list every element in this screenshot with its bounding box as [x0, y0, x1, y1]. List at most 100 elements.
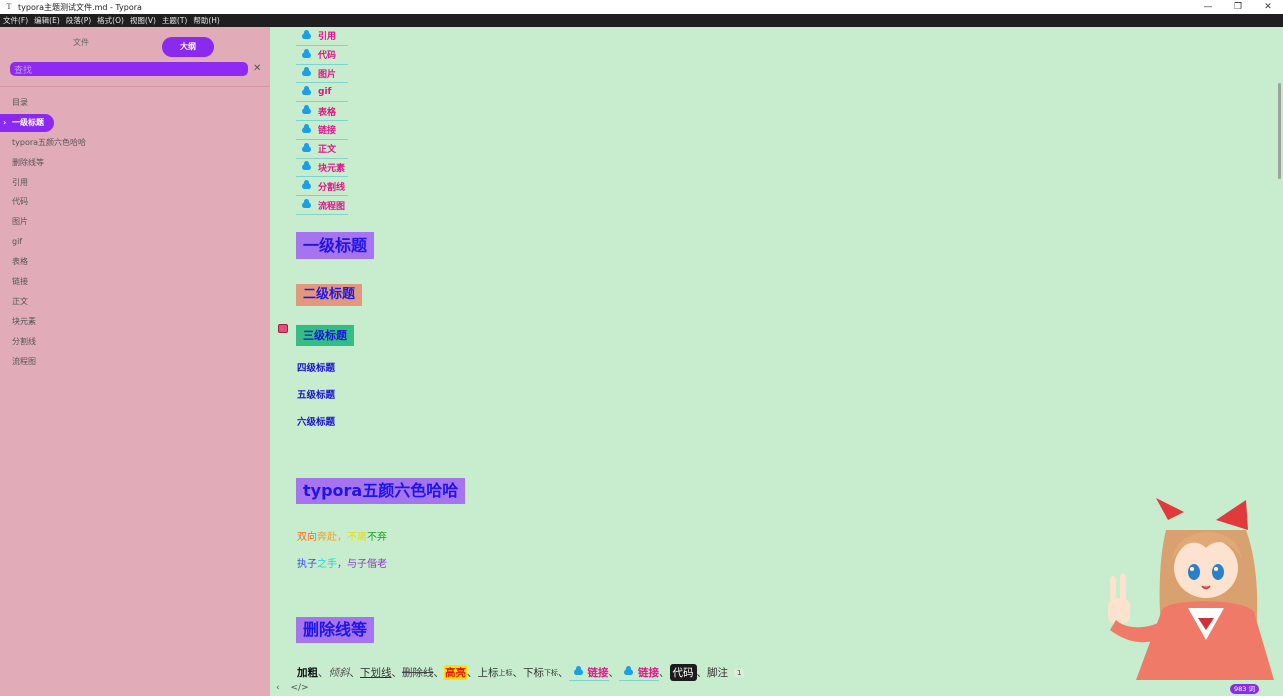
outline-item-link[interactable]: 链接	[0, 272, 270, 292]
cloud-icon	[302, 180, 311, 190]
menu-view[interactable]: 视图(V)	[130, 15, 156, 26]
separator: 、	[608, 667, 620, 679]
poem-text: 双向	[297, 532, 317, 543]
outline-item-strike[interactable]: 删除线等	[0, 153, 270, 173]
bottom-controls: ‹ </>	[276, 683, 317, 693]
sidebar: 文件 大纲 ✕ 目录 › 一级标题 typora五颜六色哈哈 删除线等 引用 代码…	[0, 27, 270, 696]
cloud-icon	[573, 666, 583, 675]
outline-item-flowchart[interactable]: 流程图	[0, 352, 270, 372]
toc-item[interactable]: 代码	[296, 46, 348, 65]
search-close-icon[interactable]: ✕	[253, 62, 261, 76]
outline-item-code[interactable]: 代码	[0, 192, 270, 212]
poem-line-2[interactable]: 执子之手，与子偕老	[297, 555, 387, 570]
italic-text: 倾斜	[328, 667, 350, 679]
toc-item[interactable]: 图片	[296, 65, 348, 84]
heading-4[interactable]: 四级标题	[297, 360, 335, 374]
toc-link[interactable]: 流程图	[318, 199, 345, 212]
tab-files[interactable]: 文件	[62, 37, 100, 48]
outline-item-image[interactable]: 图片	[0, 212, 270, 232]
word-count-badge[interactable]: 983 词	[1230, 684, 1259, 694]
menu-file[interactable]: 文件(F)	[3, 15, 28, 26]
title-bar: T typora主题测试文件.md - Typora — ❐ ✕	[0, 0, 1283, 14]
toc-link[interactable]: gif	[318, 87, 331, 97]
link-text: 链接	[638, 666, 659, 679]
separator: 、	[467, 667, 478, 679]
outline-item-hr[interactable]: 分割线	[0, 332, 270, 352]
search-input[interactable]	[10, 64, 248, 78]
inline-format-row[interactable]: 加粗 、 倾斜 、 下划线 、 删除线 、 高亮 、 上标 上标 、 下标 下标 、…	[297, 664, 745, 681]
toc-link[interactable]: 块元素	[318, 161, 345, 174]
heading-strike[interactable]: 删除线等	[296, 617, 375, 643]
source-code-mode-icon[interactable]: </>	[290, 683, 308, 693]
sidebar-tabs: 文件 大纲	[0, 27, 270, 60]
menu-edit[interactable]: 编辑(E)	[34, 15, 60, 26]
separator: 、	[349, 667, 361, 679]
heading-1[interactable]: 一级标题	[296, 232, 375, 259]
cloud-icon	[302, 161, 311, 171]
outline-item-active-pill: › 一级标题	[0, 113, 54, 132]
menu-theme[interactable]: 主题(T)	[162, 15, 187, 26]
toc-link[interactable]: 代码	[318, 48, 336, 61]
subscript-text: 下标	[544, 668, 558, 677]
toc-item[interactable]: 表格	[296, 102, 348, 121]
poem-line-1[interactable]: 双向奔赴，不离不弃	[297, 528, 387, 543]
toc-list: 引用 代码 图片 gif 表格 链接 正文 块元素 分割线 流程图	[296, 27, 348, 215]
sidebar-toggle-icon[interactable]: ‹	[276, 683, 280, 693]
poem-text: 不离	[347, 532, 367, 543]
outline-item-gif[interactable]: gif	[0, 232, 270, 252]
inline-link[interactable]: 链接	[568, 665, 609, 681]
toc-item[interactable]: 引用	[296, 27, 348, 46]
heading-5[interactable]: 五级标题	[297, 387, 335, 401]
outline-item-h1-active[interactable]: › 一级标题	[0, 113, 270, 133]
poem-text: ，	[337, 532, 347, 543]
toc-item[interactable]: gif	[296, 83, 348, 103]
strikethrough-text: 删除线	[402, 667, 434, 679]
outline-item-block[interactable]: 块元素	[0, 312, 270, 332]
sidebar-divider	[0, 86, 270, 87]
typora-app-icon: T	[6, 2, 12, 11]
toc-item[interactable]: 链接	[296, 121, 348, 140]
cloud-icon	[302, 105, 311, 115]
window-title: typora主题测试文件.md - Typora	[18, 2, 142, 12]
toc-link[interactable]: 分割线	[318, 180, 345, 193]
outline-item-table[interactable]: 表格	[0, 252, 270, 272]
outline-item-label: 一级标题	[12, 117, 44, 127]
chevron-right-icon[interactable]: ›	[3, 114, 6, 132]
toc-item[interactable]: 块元素	[296, 159, 348, 178]
separator: 、	[433, 667, 445, 679]
separator: 、	[659, 667, 670, 679]
outline-item-body[interactable]: 正文	[0, 292, 270, 312]
editor-scrollbar[interactable]	[1278, 83, 1281, 179]
heading-marker-icon	[278, 324, 288, 333]
poem-text: 不弃	[367, 532, 387, 543]
heading-3[interactable]: 三级标题	[296, 325, 354, 346]
restore-icon[interactable]: ❐	[1223, 0, 1253, 14]
toc-item[interactable]: 分割线	[296, 177, 348, 197]
minimize-icon[interactable]: —	[1193, 0, 1223, 14]
toc-link[interactable]: 图片	[318, 67, 336, 80]
toc-link[interactable]: 表格	[318, 105, 336, 118]
inline-link[interactable]: 链接	[619, 665, 659, 681]
outline-search	[10, 62, 248, 78]
footnote-ref[interactable]: 1	[734, 668, 745, 677]
toc-item[interactable]: 正文	[296, 140, 348, 159]
heading-2[interactable]: 二级标题	[296, 284, 363, 306]
cloud-icon	[302, 123, 311, 133]
heading-6[interactable]: 六级标题	[297, 414, 335, 428]
heading-colorful[interactable]: typora五颜六色哈哈	[296, 478, 466, 504]
menu-paragraph[interactable]: 段落(P)	[66, 15, 91, 26]
menu-format[interactable]: 格式(O)	[97, 15, 124, 26]
outline-item-quote[interactable]: 引用	[0, 173, 270, 193]
toc-link[interactable]: 链接	[318, 123, 336, 136]
toc-link[interactable]: 正文	[318, 142, 336, 155]
menu-help[interactable]: 帮助(H)	[193, 15, 220, 26]
footnote-text: 脚注	[707, 667, 728, 679]
cloud-icon	[302, 142, 311, 152]
underline-text: 下划线	[360, 667, 392, 679]
outline-item-toc[interactable]: 目录	[0, 93, 270, 113]
close-icon[interactable]: ✕	[1253, 0, 1283, 14]
toc-link[interactable]: 引用	[318, 29, 336, 42]
outline-item-colorful[interactable]: typora五颜六色哈哈	[0, 133, 270, 153]
toc-item[interactable]: 流程图	[296, 196, 348, 215]
tab-outline[interactable]: 大纲	[162, 37, 214, 57]
